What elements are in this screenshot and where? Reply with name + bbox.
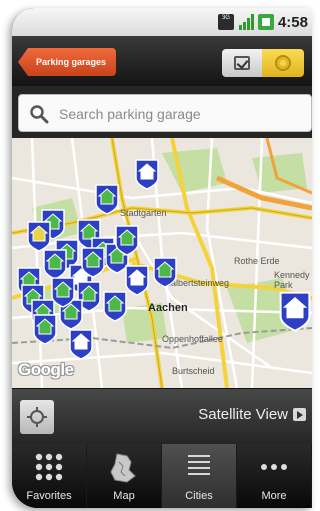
list-icon (188, 455, 210, 475)
back-button[interactable]: Parking garages (18, 48, 117, 76)
network-3g-icon: 3G (217, 14, 234, 30)
parking-marker[interactable] (80, 246, 106, 278)
search-placeholder: Search parking garage (59, 106, 201, 122)
parking-marker[interactable] (94, 183, 120, 215)
map-icon (110, 453, 136, 483)
satellite-view-button[interactable]: Satellite View (198, 406, 306, 423)
tab-bar: Favorites Map Cities More (12, 444, 312, 508)
parking-marker[interactable] (50, 276, 76, 308)
map-view[interactable]: Stadtgarten Adalbertsteinweg Oppenhoffal… (12, 138, 312, 388)
tab-map[interactable]: Map (87, 444, 162, 508)
parking-marker[interactable] (102, 290, 128, 322)
map-controls-bar: Satellite View (12, 388, 312, 444)
map-city-label: Aachen (148, 302, 188, 314)
grid-icon (35, 453, 63, 481)
search-input[interactable]: Search parking garage (18, 94, 312, 132)
phone-screen: 3G 4:58 Parking garages Search parking g… (12, 8, 312, 508)
satellite-view-label: Satellite View (198, 406, 288, 423)
list-view-button[interactable] (222, 49, 262, 77)
parking-marker[interactable] (152, 256, 178, 288)
map-street-label: Kennedy Park (274, 270, 310, 290)
map-street-label: Oppenhoffallee (162, 334, 223, 344)
title-bar: Parking garages (12, 36, 312, 86)
tab-favorites[interactable]: Favorites (12, 444, 87, 508)
more-icon (261, 464, 287, 470)
battery-icon (257, 14, 274, 30)
tab-favorites-label: Favorites (26, 490, 72, 502)
parking-marker[interactable] (114, 224, 140, 256)
crosshair-icon (27, 407, 47, 427)
status-time: 4:58 (277, 13, 308, 31)
map-street-label: Burtscheid (172, 366, 215, 376)
parking-marker[interactable] (134, 158, 160, 190)
tab-cities[interactable]: Cities (162, 444, 237, 508)
view-toggle (222, 49, 304, 77)
google-logo: Google (18, 360, 74, 379)
parking-marker[interactable] (68, 328, 94, 360)
parking-marker[interactable] (278, 290, 312, 332)
map-view-button[interactable] (262, 49, 304, 77)
signal-icon (238, 14, 254, 30)
tab-more-label: More (261, 490, 287, 502)
locate-button[interactable] (20, 400, 54, 434)
arrow-right-icon (293, 408, 306, 421)
search-bar: Search parking garage (12, 86, 312, 138)
parking-marker[interactable] (32, 313, 58, 345)
status-icons: 3G 4:58 (217, 13, 308, 31)
map-street-label: Stadtgarten (120, 208, 167, 218)
tab-cities-label: Cities (185, 490, 213, 502)
search-icon (30, 105, 49, 124)
status-bar: 3G 4:58 (12, 8, 312, 36)
tab-map-label: Map (113, 490, 135, 502)
target-icon (275, 55, 291, 71)
tab-more[interactable]: More (237, 444, 312, 508)
map-street-label: Rothe Erde (234, 256, 280, 266)
check-icon (234, 56, 250, 70)
